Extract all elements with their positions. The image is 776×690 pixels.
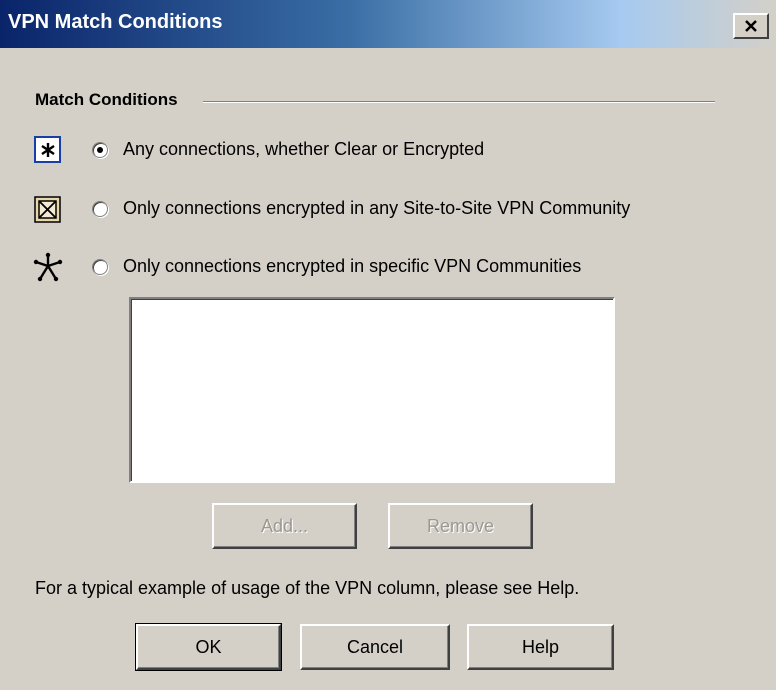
- ok-button[interactable]: OK: [135, 623, 282, 671]
- option-label-any: Any connections, whether Clear or Encryp…: [123, 139, 485, 159]
- group-separator: [203, 101, 715, 103]
- window-title: VPN Match Conditions: [8, 11, 223, 33]
- radio-any-connections[interactable]: [92, 142, 108, 158]
- radio-specific-communities[interactable]: [92, 259, 108, 275]
- help-button[interactable]: Help: [467, 624, 614, 670]
- group-label: Match Conditions: [35, 90, 178, 109]
- option-label-specific: Only connections encrypted in specific V…: [123, 256, 582, 276]
- help-hint-text: For a typical example of usage of the VP…: [35, 578, 580, 598]
- option-label-site-to-site: Only connections encrypted in any Site-t…: [123, 198, 631, 218]
- radio-site-to-site[interactable]: [92, 201, 108, 217]
- communities-listbox[interactable]: [129, 297, 615, 483]
- remove-button[interactable]: Remove: [388, 503, 533, 549]
- site-to-site-community-icon: [34, 196, 62, 224]
- cancel-button[interactable]: Cancel: [300, 624, 450, 670]
- close-icon: [745, 20, 757, 32]
- close-button[interactable]: [733, 13, 769, 39]
- vpn-community-star-icon: [32, 252, 64, 282]
- add-button[interactable]: Add...: [212, 503, 357, 549]
- any-connection-star-icon: [34, 136, 62, 164]
- title-bar[interactable]: VPN Match Conditions: [0, 0, 776, 48]
